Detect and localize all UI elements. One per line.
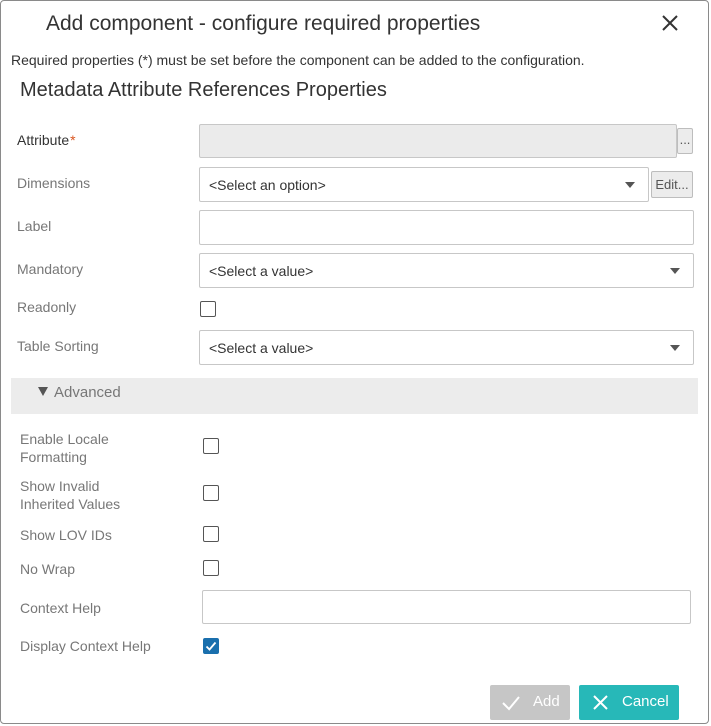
section-title: Metadata Attribute References Properties: [20, 79, 387, 101]
advanced-section-toggle[interactable]: Advanced: [11, 378, 698, 414]
mandatory-value: <Select a value>: [209, 263, 314, 279]
mandatory-label: Mandatory: [17, 261, 84, 277]
dimensions-select[interactable]: <Select an option>: [199, 167, 649, 202]
show-invalid-inherited-line2: Inherited Values: [20, 496, 121, 512]
display-context-help-checkbox[interactable]: [203, 638, 219, 654]
close-icon[interactable]: [658, 11, 682, 35]
mandatory-select[interactable]: <Select a value>: [199, 253, 694, 288]
attribute-field[interactable]: [199, 124, 677, 158]
readonly-checkbox[interactable]: [200, 301, 216, 317]
add-component-dialog: Add component - configure required prope…: [0, 0, 709, 724]
required-mark: *: [70, 132, 76, 148]
context-help-input[interactable]: [202, 590, 691, 624]
show-invalid-inherited-line1: Show Invalid: [20, 478, 100, 494]
x-icon: [593, 695, 608, 710]
enable-locale-formatting-line1: Enable Locale: [20, 431, 109, 447]
dimensions-value: <Select an option>: [209, 177, 326, 193]
required-properties-note: Required properties (*) must be set befo…: [11, 52, 585, 68]
enable-locale-formatting-line2: Formatting: [20, 449, 87, 465]
chevron-down-icon: [625, 182, 635, 188]
display-context-help-label: Display Context Help: [20, 638, 151, 654]
enable-locale-formatting-checkbox[interactable]: [203, 438, 219, 454]
advanced-label: Advanced: [54, 384, 121, 401]
label-input[interactable]: [199, 210, 694, 245]
checkmark-icon: [205, 641, 217, 651]
cancel-button[interactable]: Cancel: [579, 685, 679, 720]
show-invalid-inherited-checkbox[interactable]: [203, 485, 219, 501]
show-lov-ids-checkbox[interactable]: [203, 526, 219, 542]
show-invalid-inherited-label: Show Invalid Inherited Values: [20, 477, 120, 513]
dimensions-edit-button[interactable]: Edit...: [651, 171, 693, 198]
attribute-browse-button[interactable]: ...: [677, 128, 693, 154]
table-sorting-select[interactable]: <Select a value>: [199, 330, 694, 365]
attribute-label-text: Attribute: [17, 132, 70, 148]
show-lov-ids-label: Show LOV IDs: [20, 527, 112, 543]
enable-locale-formatting-label: Enable Locale Formatting: [20, 430, 109, 466]
table-sorting-label: Table Sorting: [17, 338, 99, 354]
label-label: Label: [17, 218, 52, 234]
table-sorting-value: <Select a value>: [209, 340, 314, 356]
add-button[interactable]: Add: [490, 685, 570, 720]
attribute-label: Attribute*: [17, 131, 76, 149]
dimensions-label: Dimensions: [17, 175, 91, 191]
no-wrap-checkbox[interactable]: [203, 560, 219, 576]
checkmark-icon: [502, 696, 520, 711]
no-wrap-label: No Wrap: [20, 561, 75, 577]
chevron-down-icon: [670, 268, 680, 274]
chevron-down-icon: [670, 345, 680, 351]
readonly-label: Readonly: [17, 299, 77, 315]
context-help-label: Context Help: [20, 600, 101, 616]
triangle-down-icon: [38, 387, 48, 396]
add-button-label: Add: [533, 693, 560, 710]
cancel-button-label: Cancel: [622, 693, 669, 710]
dialog-title: Add component - configure required prope…: [46, 12, 481, 35]
